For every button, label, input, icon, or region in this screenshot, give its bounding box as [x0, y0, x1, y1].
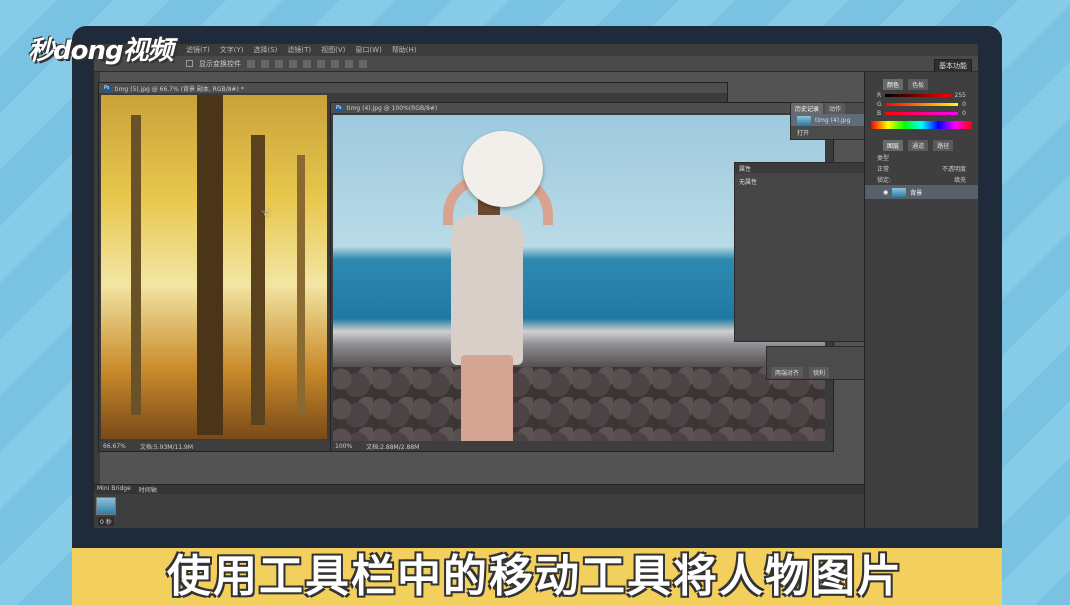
blend-mode-select[interactable]: 正常	[877, 164, 889, 173]
color-spectrum[interactable]	[871, 121, 972, 129]
layer-kind-filter[interactable]: 类型	[877, 153, 889, 162]
tree-trunk	[131, 115, 141, 415]
b-value[interactable]: 0	[962, 110, 966, 117]
properties-panel: 属性 无属性	[734, 162, 874, 342]
color-g-row: G 0	[865, 100, 978, 109]
mini-bridge-panel: Mini Bridge 时间轴 0 秒	[94, 484, 864, 528]
tab-layers[interactable]: 图层	[883, 140, 904, 151]
tab-channels[interactable]: 通道	[908, 140, 929, 151]
g-value[interactable]: 0	[962, 101, 966, 108]
stone-wall	[333, 367, 825, 443]
layer-thumbnail	[892, 187, 907, 197]
tree-trunk	[251, 135, 265, 425]
frame-time[interactable]: 0 秒	[98, 517, 114, 526]
document-tab-girl[interactable]: Ps timg (4).jpg @ 100%(RGB/8#)	[331, 103, 833, 113]
show-transform-checkbox[interactable]	[186, 60, 193, 67]
tab-actions[interactable]: 动作	[824, 103, 845, 114]
ps-icon: Ps	[335, 105, 343, 111]
distribute-icon[interactable]	[331, 59, 339, 68]
zoom-level[interactable]: 66.67%	[103, 443, 126, 450]
history-item-label: 打开	[797, 129, 810, 137]
menu-filter[interactable]: 滤镜(T)	[186, 45, 210, 55]
layer-name[interactable]: 背景	[910, 188, 922, 197]
workspace-button[interactable]: 基本功能	[934, 59, 972, 73]
distribute-2-icon[interactable]	[345, 59, 353, 68]
b-slider[interactable]	[885, 112, 959, 115]
b-label: B	[877, 110, 882, 117]
brand-logo: 秒dong视频	[28, 36, 174, 66]
photoshop-window: 滤镜(T) 文字(Y) 选择(S) 滤镜(T) 视图(V) 窗口(W) 帮助(H…	[94, 44, 978, 528]
right-panels: 颜色 色板 R 255 G 0 B 0 图层 通道 路径 类型 正常 不透明度 …	[864, 72, 978, 528]
menu-bar: 滤镜(T) 文字(Y) 选择(S) 滤镜(T) 视图(V) 窗口(W) 帮助(H…	[94, 44, 978, 56]
opacity-label: 不透明度	[941, 166, 966, 173]
r-value[interactable]: 255	[955, 92, 966, 99]
layer-row[interactable]: ◉ 背景	[865, 185, 978, 199]
properties-title: 属性	[735, 163, 873, 173]
properties-body: 无属性	[739, 179, 758, 186]
fill-label: 填充	[953, 177, 966, 184]
justify-select[interactable]: 两端对齐	[771, 367, 804, 378]
antialias-select[interactable]: 锐利	[809, 367, 830, 378]
r-slider[interactable]	[885, 94, 951, 97]
girl-dress	[451, 215, 523, 365]
menu-select[interactable]: 选择(S)	[254, 45, 278, 55]
layer-lock-row: 锁定: 填充	[865, 174, 978, 185]
show-transform-label: 显示变换控件	[199, 59, 241, 68]
options-bar: 显示变换控件	[94, 56, 978, 72]
subtitle-text: 使用工具栏中的移动工具将人物图片	[167, 551, 903, 602]
hand-cursor-icon: ☜	[260, 206, 271, 220]
document-tab-forest[interactable]: Ps timg (5).jpg @ 66.7% (背景 副本, RGB/8#) …	[99, 83, 727, 93]
document-title: timg (5).jpg @ 66.7% (背景 副本, RGB/8#) *	[114, 85, 244, 93]
timeline-frame-thumbnail[interactable]	[96, 497, 116, 515]
history-item-label: timg (4).jpg	[815, 116, 851, 124]
lock-label: 锁定:	[877, 177, 892, 184]
menu-window[interactable]: 窗口(W)	[355, 45, 381, 55]
ps-icon: Ps	[103, 85, 111, 91]
auto-align-icon[interactable]	[359, 59, 367, 68]
menu-help[interactable]: 帮助(H)	[392, 45, 417, 55]
document-title: timg (4).jpg @ 100%(RGB/8#)	[346, 104, 438, 112]
align-left-icon[interactable]	[289, 59, 297, 68]
zoom-level[interactable]: 100%	[335, 443, 352, 450]
color-r-row: R 255	[865, 91, 978, 100]
layer-kind-row: 类型	[865, 152, 978, 163]
g-label: G	[877, 101, 882, 108]
r-label: R	[877, 92, 882, 99]
tree-trunk	[297, 155, 305, 415]
tab-color[interactable]: 颜色	[883, 79, 904, 90]
tab-mini-bridge[interactable]: Mini Bridge	[94, 485, 134, 494]
menu-filter-2[interactable]: 滤镜(T)	[287, 45, 311, 55]
tab-paths[interactable]: 路径	[933, 140, 954, 151]
girl-legs	[461, 355, 513, 443]
align-middle-icon[interactable]	[261, 59, 269, 68]
visibility-eye-icon[interactable]: ◉	[883, 189, 888, 196]
tab-timeline[interactable]: 时间轴	[136, 485, 160, 494]
align-bottom-icon[interactable]	[275, 59, 283, 68]
menu-view[interactable]: 视图(V)	[321, 45, 345, 55]
document-status-girl: 100% 文档:2.88M/2.88M	[331, 441, 833, 451]
girl-hat	[463, 131, 543, 207]
g-slider[interactable]	[885, 103, 959, 106]
color-b-row: B 0	[865, 109, 978, 118]
tab-swatches[interactable]: 色板	[908, 79, 929, 90]
doc-info[interactable]: 文档:5.93M/11.9M	[140, 442, 193, 451]
menu-type[interactable]: 文字(Y)	[220, 45, 244, 55]
layer-mode-row: 正常 不透明度	[865, 163, 978, 174]
forest-image	[101, 95, 327, 439]
align-center-icon[interactable]	[303, 59, 311, 68]
tab-history[interactable]: 历史记录	[791, 103, 824, 114]
align-top-icon[interactable]	[247, 59, 255, 68]
history-thumbnail	[797, 115, 811, 125]
doc-info[interactable]: 文档:2.88M/2.88M	[366, 442, 419, 451]
align-right-icon[interactable]	[317, 59, 325, 68]
paragraph-panel: 两端对齐 锐利	[766, 346, 876, 380]
tree-trunk	[197, 95, 223, 435]
